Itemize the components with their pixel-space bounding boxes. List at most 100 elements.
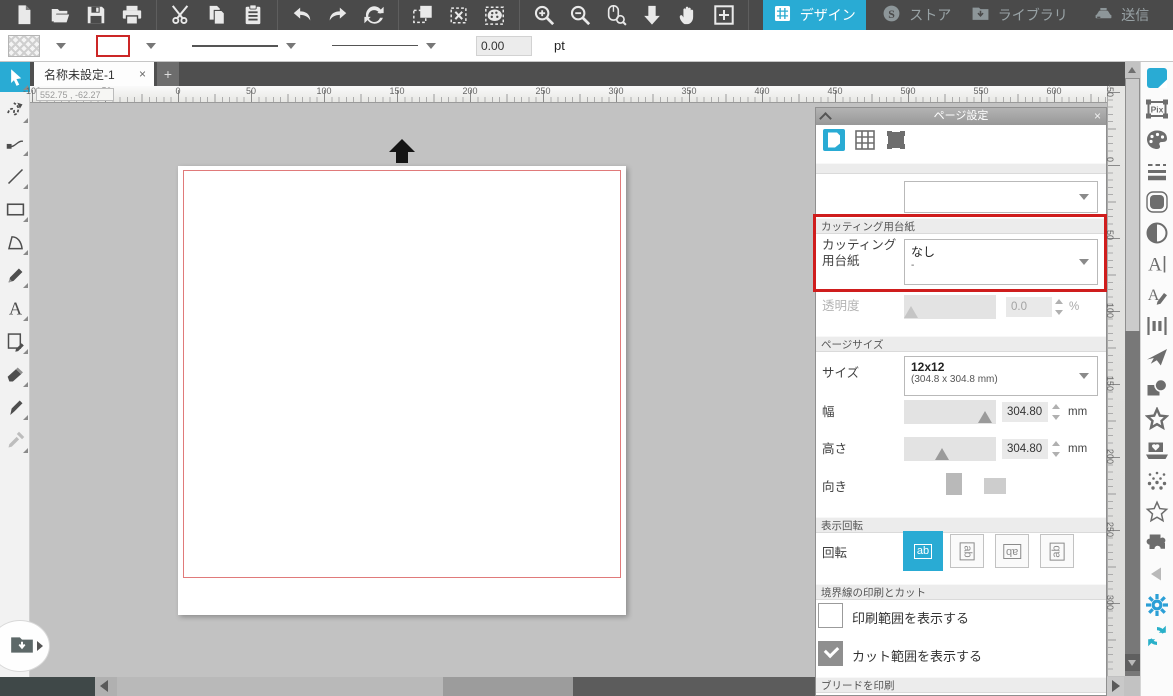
cut-icon[interactable] bbox=[168, 2, 194, 28]
refresh-theme-icon[interactable] bbox=[1141, 620, 1173, 651]
offset-star-icon[interactable] bbox=[1141, 403, 1173, 434]
zoom-out-icon[interactable] bbox=[567, 2, 593, 28]
redo-all-icon[interactable] bbox=[361, 2, 387, 28]
width-slider[interactable] bbox=[904, 400, 996, 424]
redo-icon[interactable] bbox=[325, 2, 351, 28]
tool-point-edit[interactable] bbox=[0, 128, 30, 158]
size-dropdown[interactable]: 12x12 (304.8 x 304.8 mm) bbox=[904, 356, 1098, 396]
paste-icon[interactable] bbox=[240, 2, 266, 28]
tool-pencil[interactable] bbox=[0, 260, 30, 290]
undo-icon[interactable] bbox=[289, 2, 315, 28]
page-size-section-header: ページサイズ bbox=[816, 336, 1106, 352]
scroll-up-arrow[interactable] bbox=[1125, 62, 1140, 78]
panel-tab-grid[interactable] bbox=[851, 129, 878, 156]
puzzle-icon[interactable] bbox=[1141, 527, 1173, 558]
stipple-icon[interactable] bbox=[1141, 465, 1173, 496]
tool-rectangle[interactable] bbox=[0, 194, 30, 224]
flyout-left-icon[interactable] bbox=[1141, 558, 1173, 589]
fill-color-swatch[interactable] bbox=[8, 35, 40, 57]
new-file-icon[interactable] bbox=[11, 2, 37, 28]
document-tab-label: 名称未設定-1 bbox=[44, 66, 115, 83]
orientation-landscape-icon[interactable] bbox=[984, 478, 1006, 494]
tool-line[interactable] bbox=[0, 161, 30, 191]
stroke-color-swatch[interactable] bbox=[96, 35, 130, 57]
rotate-270-button[interactable]: ab bbox=[1040, 534, 1074, 568]
spacing-icon[interactable] bbox=[1141, 310, 1173, 341]
preferences-gear-icon[interactable] bbox=[1141, 589, 1173, 620]
stroke-width-input[interactable] bbox=[476, 36, 532, 56]
tool-text[interactable]: A bbox=[0, 293, 30, 323]
show-cut-area-checkbox[interactable] bbox=[818, 641, 843, 666]
rotate-0-button[interactable]: ab bbox=[903, 531, 943, 571]
zoom-group bbox=[520, 0, 748, 30]
stroke-color-dropdown-caret[interactable] bbox=[146, 43, 156, 49]
tab-send[interactable]: 送信 bbox=[1071, 0, 1173, 30]
width-value: 304.80 bbox=[1002, 402, 1048, 422]
new-tab-button[interactable]: + bbox=[157, 62, 179, 86]
opacity-slider[interactable] bbox=[904, 295, 996, 319]
show-print-area-checkbox[interactable] bbox=[818, 603, 843, 628]
rotate-180-button[interactable]: ab bbox=[995, 534, 1029, 568]
tab-store[interactable]: Sストア bbox=[866, 0, 969, 30]
deselect-icon[interactable] bbox=[446, 2, 472, 28]
mat-preset-dropdown[interactable] bbox=[904, 181, 1098, 213]
scroll-down-arrow[interactable] bbox=[1125, 654, 1140, 671]
line-style-icon[interactable] bbox=[1141, 155, 1173, 186]
airplane-icon[interactable] bbox=[1141, 341, 1173, 372]
vertical-scrollbar[interactable] bbox=[1125, 62, 1140, 676]
character-style-icon[interactable]: A bbox=[1141, 279, 1173, 310]
format-toolbar: pt bbox=[0, 30, 1173, 62]
tool-knife[interactable] bbox=[0, 392, 30, 422]
tab-design[interactable]: デザイン bbox=[763, 0, 866, 30]
zoom-frame-icon[interactable] bbox=[711, 2, 737, 28]
close-panel-icon[interactable]: × bbox=[1094, 108, 1101, 125]
cutting-mat-dropdown[interactable]: なし - bbox=[904, 239, 1098, 285]
shading-icon[interactable] bbox=[1141, 217, 1173, 248]
pan-icon[interactable] bbox=[675, 2, 701, 28]
pix-trace-icon[interactable]: Pix bbox=[1141, 93, 1173, 124]
page[interactable] bbox=[178, 166, 626, 615]
opacity-spinner[interactable] bbox=[1055, 297, 1065, 317]
tab-library[interactable]: ライブラリ bbox=[968, 0, 1071, 30]
tool-eyedropper[interactable] bbox=[0, 425, 30, 455]
scroll-right-arrow[interactable] bbox=[1107, 677, 1124, 696]
vertical-scroll-thumb[interactable] bbox=[1126, 79, 1139, 331]
select-all-icon[interactable] bbox=[410, 2, 436, 28]
mouse-zoom-icon[interactable] bbox=[603, 2, 629, 28]
line-weight-dropdown[interactable] bbox=[332, 43, 446, 49]
save-icon[interactable] bbox=[83, 2, 109, 28]
document-tab[interactable]: 名称未設定-1 × bbox=[34, 62, 154, 86]
star-outline-icon[interactable] bbox=[1141, 496, 1173, 527]
h-ruler-label: 350 bbox=[681, 86, 696, 96]
shape-style-icon[interactable] bbox=[1141, 186, 1173, 217]
rotate-90-button[interactable]: ab bbox=[950, 534, 984, 568]
modify-shapes-icon[interactable] bbox=[1141, 372, 1173, 403]
collapse-panel-icon[interactable] bbox=[819, 112, 832, 125]
tool-eraser[interactable] bbox=[0, 359, 30, 389]
page-setup-active-icon[interactable] bbox=[1141, 62, 1173, 93]
panel-tab-page-setup[interactable] bbox=[820, 129, 847, 156]
horizontal-scroll-thumb[interactable] bbox=[573, 677, 815, 696]
orientation-portrait-icon[interactable] bbox=[946, 473, 962, 495]
print-icon[interactable] bbox=[119, 2, 145, 28]
zoom-in-icon[interactable] bbox=[531, 2, 557, 28]
pixscan-icon[interactable] bbox=[1141, 434, 1173, 465]
fill-color-dropdown-caret[interactable] bbox=[56, 43, 66, 49]
line-style-dropdown[interactable] bbox=[192, 43, 306, 49]
open-file-icon[interactable] bbox=[47, 2, 73, 28]
close-tab-icon[interactable]: × bbox=[137, 67, 148, 81]
scroll-left-arrow[interactable] bbox=[95, 677, 117, 696]
height-spinner[interactable] bbox=[1052, 439, 1062, 459]
separator bbox=[748, 0, 749, 30]
fill-color-icon[interactable] bbox=[1141, 124, 1173, 155]
zoom-drawing-icon[interactable] bbox=[639, 2, 665, 28]
width-spinner[interactable] bbox=[1052, 402, 1062, 422]
tool-note[interactable] bbox=[0, 326, 30, 356]
copy-icon[interactable] bbox=[204, 2, 230, 28]
text-style-icon[interactable]: A bbox=[1141, 248, 1173, 279]
tool-freehand-draw[interactable] bbox=[0, 95, 30, 125]
select-by-color-icon[interactable] bbox=[482, 2, 508, 28]
tool-polygon[interactable] bbox=[0, 227, 30, 257]
height-slider[interactable] bbox=[904, 437, 996, 461]
panel-tab-registration-marks[interactable] bbox=[882, 129, 909, 156]
